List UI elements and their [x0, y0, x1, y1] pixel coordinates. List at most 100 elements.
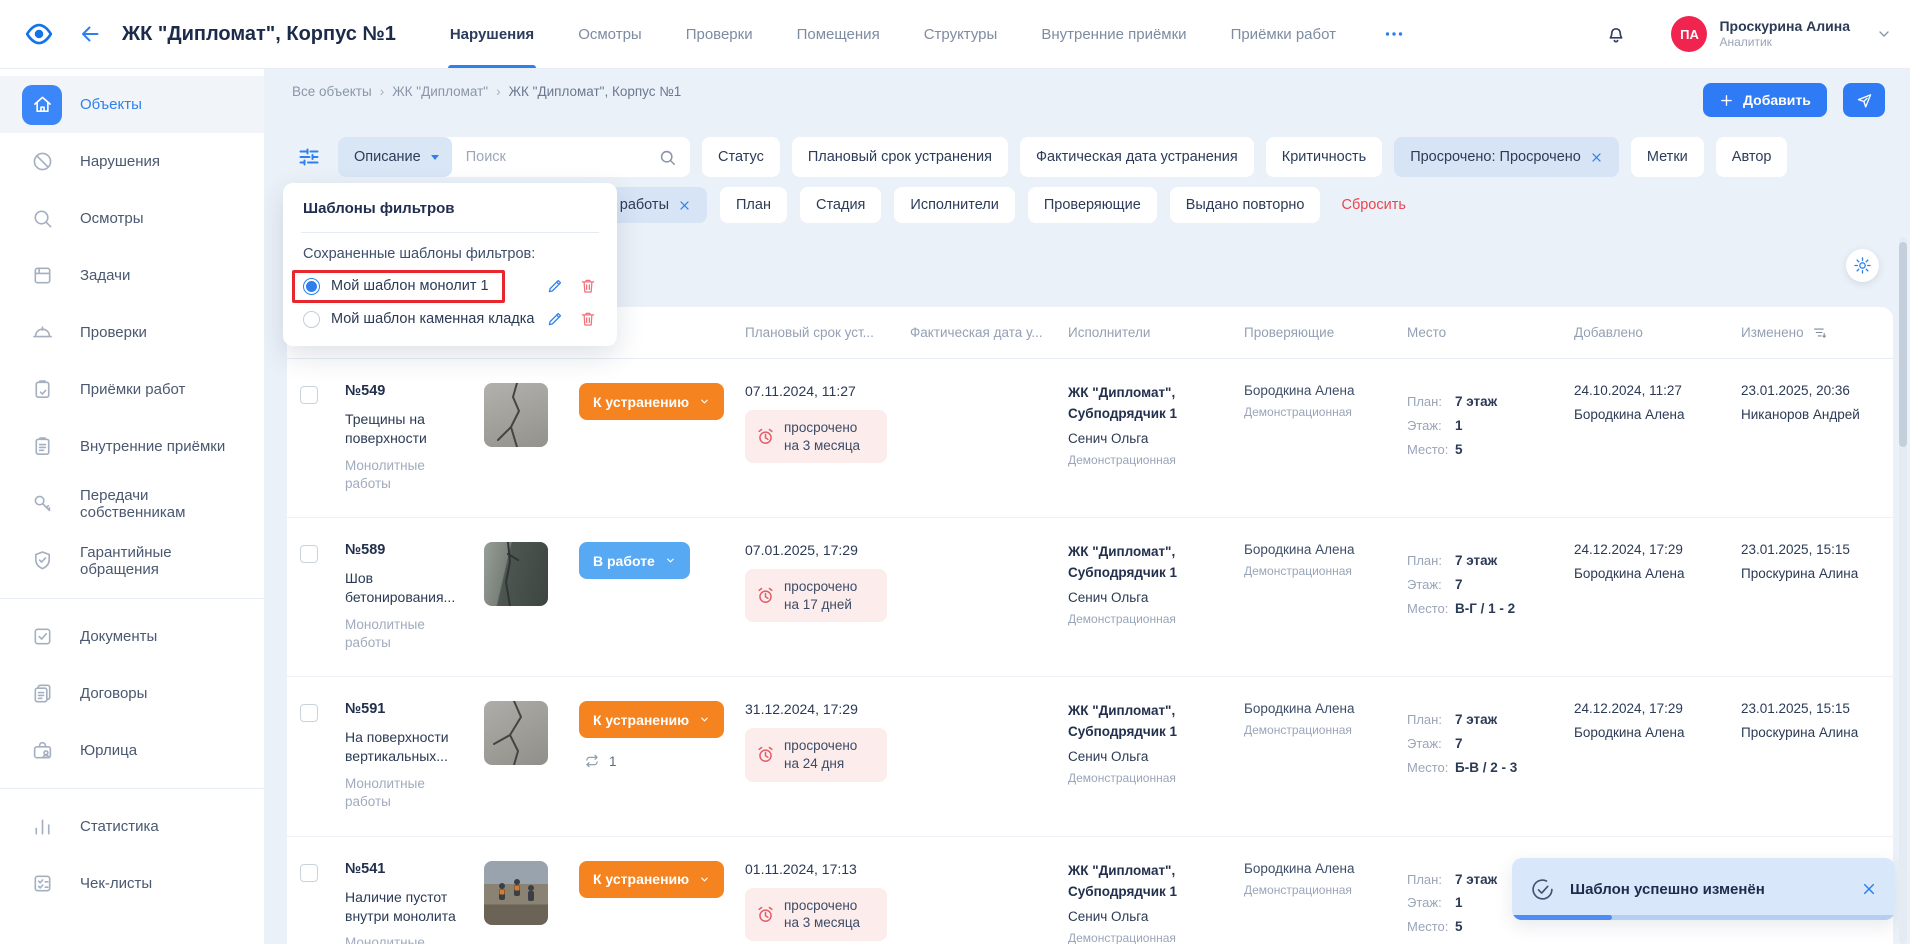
filter-chip[interactable]: Исполнители: [894, 187, 1014, 223]
header-tab[interactable]: Нарушения: [450, 0, 534, 68]
user-info[interactable]: Проскурина Алина Аналитик: [1719, 18, 1850, 51]
app-logo-icon[interactable]: [22, 19, 56, 49]
reset-filters-button[interactable]: Сбросить: [1341, 197, 1405, 213]
violation-number[interactable]: №591: [345, 701, 472, 717]
back-arrow-icon[interactable]: [78, 22, 102, 46]
more-tabs-icon[interactable]: [1382, 22, 1406, 46]
violation-title[interactable]: Наличие пустот внутри монолита: [345, 888, 472, 926]
breadcrumb-item[interactable]: ЖК "Дипломат": [392, 84, 500, 99]
sidebar-item[interactable]: Задачи: [0, 247, 264, 304]
top-bar: ЖК "Дипломат", Корпус №1 Нарушения Осмот…: [0, 0, 1910, 68]
filter-template-option[interactable]: Мой шаблон монолит 1: [292, 270, 505, 303]
close-icon[interactable]: [1590, 151, 1603, 164]
sidebar-item[interactable]: Осмотры: [0, 190, 264, 247]
header-tab[interactable]: Структуры: [924, 0, 998, 68]
search-field-selector[interactable]: Описание: [338, 137, 452, 177]
row-checkbox[interactable]: [300, 545, 318, 563]
filter-chip[interactable]: Критичность: [1266, 137, 1382, 177]
table-settings-button[interactable]: [1846, 249, 1879, 282]
filter-chip[interactable]: Метки: [1631, 137, 1704, 177]
status-button[interactable]: В работе: [579, 542, 690, 579]
sidebar-item-label: Передачи собственникам: [80, 487, 250, 521]
page-scrollbar-thumb[interactable]: [1899, 242, 1907, 447]
col-checkers[interactable]: Проверяющие: [1244, 325, 1407, 340]
close-icon[interactable]: [678, 199, 691, 212]
sort-icon[interactable]: [1812, 325, 1827, 340]
status-button[interactable]: К устранению: [579, 861, 724, 898]
header-tab[interactable]: Внутренние приёмки: [1041, 0, 1186, 68]
sidebar-item[interactable]: Внутренние приёмки: [0, 418, 264, 475]
violation-number[interactable]: №549: [345, 383, 472, 399]
col-added[interactable]: Добавлено: [1574, 325, 1741, 340]
status-button[interactable]: К устранению: [579, 383, 724, 420]
filter-template-option[interactable]: Мой шаблон каменная кладка: [303, 311, 534, 328]
sidebar-item-label: Документы: [80, 628, 157, 645]
sidebar-item[interactable]: Нарушения: [0, 133, 264, 190]
filter-settings-button[interactable]: [292, 139, 326, 175]
defect-photo[interactable]: [484, 542, 548, 606]
search-input[interactable]: [452, 149, 658, 165]
sidebar-item[interactable]: Документы: [0, 608, 264, 665]
header-tab[interactable]: Проверки: [686, 0, 753, 68]
filter-chip[interactable]: Автор: [1716, 137, 1788, 177]
search-icon[interactable]: [658, 148, 677, 167]
place-floor: 1: [1455, 418, 1463, 433]
violation-title[interactable]: Трещины на поверхности: [345, 410, 472, 448]
radio-icon[interactable]: [303, 278, 320, 295]
sidebar-item[interactable]: Чек-листы: [0, 855, 264, 912]
share-button[interactable]: [1843, 83, 1885, 117]
edit-pencil-icon[interactable]: [546, 310, 564, 328]
filter-chip[interactable]: Проверяющие: [1028, 187, 1157, 223]
toast-close-icon[interactable]: [1861, 881, 1877, 897]
add-button[interactable]: Добавить: [1703, 83, 1827, 117]
sidebar-item[interactable]: Юрлица: [0, 722, 264, 779]
col-plan-date[interactable]: Плановый срок уст...: [745, 325, 910, 340]
header-tab[interactable]: Осмотры: [578, 0, 642, 68]
header-tab[interactable]: Приёмки работ: [1231, 0, 1336, 68]
sidebar-item[interactable]: Проверки: [0, 304, 264, 361]
violation-title[interactable]: На поверхности вертикальных...: [345, 728, 472, 766]
violation-title[interactable]: Шов бетонирования...: [345, 569, 472, 607]
table-row[interactable]: №589 Шов бетонирования... Монолитные раб…: [287, 517, 1893, 676]
filter-chip[interactable]: Фактическая дата устранения: [1020, 137, 1254, 177]
filter-chip[interactable]: План: [720, 187, 787, 223]
violation-number[interactable]: №541: [345, 861, 472, 877]
sidebar-item[interactable]: Гарантийные обращения: [0, 532, 264, 589]
row-checkbox[interactable]: [300, 386, 318, 404]
defect-photo[interactable]: [484, 383, 548, 447]
sidebar-item[interactable]: Статистика: [0, 798, 264, 855]
filter-chip[interactable]: Плановый срок устранения: [792, 137, 1008, 177]
breadcrumb-item[interactable]: ЖК "Дипломат", Корпус №1: [509, 84, 682, 99]
filter-chip[interactable]: Выдано повторно: [1170, 187, 1321, 223]
avatar[interactable]: ПА: [1671, 16, 1707, 52]
radio-icon[interactable]: [303, 311, 320, 328]
sidebar-item[interactable]: Договоры: [0, 665, 264, 722]
col-fact-date[interactable]: Фактическая дата у...: [910, 325, 1068, 340]
filter-chip[interactable]: Стадия: [800, 187, 881, 223]
plan-date: 07.01.2025, 17:29: [745, 542, 898, 558]
header-tab[interactable]: Помещения: [797, 0, 880, 68]
violation-number[interactable]: №589: [345, 542, 472, 558]
sidebar-item[interactable]: Передачи собственникам: [0, 475, 264, 532]
notifications-bell-icon[interactable]: [1605, 23, 1627, 45]
col-executors[interactable]: Исполнители: [1068, 325, 1244, 340]
row-checkbox[interactable]: [300, 704, 318, 722]
row-checkbox[interactable]: [300, 864, 318, 882]
user-menu-chevron-icon[interactable]: [1876, 26, 1892, 42]
table-row[interactable]: №591 На поверхности вертикальных... Моно…: [287, 676, 1893, 835]
breadcrumb-item[interactable]: Все объекты: [292, 84, 384, 99]
sidebar-item[interactable]: Объекты: [0, 76, 264, 133]
edit-pencil-icon[interactable]: [546, 277, 564, 295]
delete-trash-icon[interactable]: [579, 277, 597, 295]
header-tabs: Нарушения Осмотры Проверки Помещения Стр…: [450, 0, 1336, 68]
filter-chip-selected[interactable]: Просрочено: Просрочено: [1394, 137, 1619, 177]
col-place[interactable]: Место: [1407, 325, 1574, 340]
defect-photo[interactable]: [484, 861, 548, 925]
filter-chip[interactable]: Статус: [702, 137, 780, 177]
defect-photo[interactable]: [484, 701, 548, 765]
table-row[interactable]: №549 Трещины на поверхности Монолитные р…: [287, 359, 1893, 517]
status-button[interactable]: К устранению: [579, 701, 724, 738]
sidebar-item-label: Гарантийные обращения: [80, 544, 250, 578]
delete-trash-icon[interactable]: [579, 310, 597, 328]
sidebar-item[interactable]: Приёмки работ: [0, 361, 264, 418]
